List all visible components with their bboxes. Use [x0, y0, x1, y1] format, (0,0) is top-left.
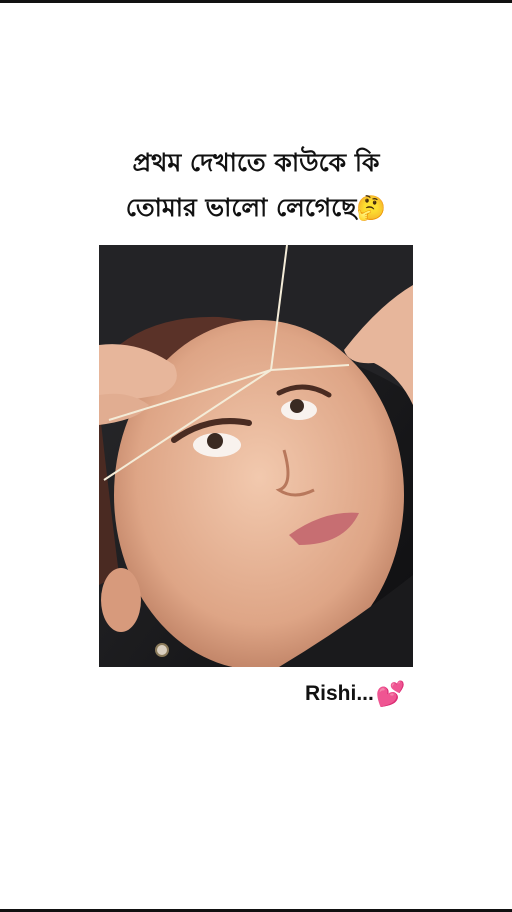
signature-text: Rishi... [305, 682, 374, 705]
caption-line-1: প্রথম দেখাতে কাউকে কি [132, 148, 380, 177]
story-screen: প্রথম দেখাতে কাউকে কি তোমার ভালো লেগেছে🤔 [0, 0, 512, 912]
left-iris [207, 433, 223, 449]
caption-text: প্রথম দেখাতে কাউকে কি তোমার ভালো লেগেছে🤔 [60, 140, 452, 230]
two-hearts-icon: 💕 [375, 680, 406, 708]
top-edge-bar [0, 0, 512, 3]
threading-photo[interactable] [99, 245, 413, 667]
caption-line-2: তোমার ভালো লেগেছে🤔 [60, 185, 452, 230]
signature: Rishi... 💕 [305, 678, 406, 710]
earring [155, 643, 169, 657]
right-iris [290, 399, 304, 413]
caption-line-2-text: তোমার ভালো লেগেছে [125, 193, 357, 222]
photo-illustration [99, 245, 413, 667]
ear [101, 568, 141, 632]
thinking-face-icon: 🤔 [356, 194, 387, 222]
